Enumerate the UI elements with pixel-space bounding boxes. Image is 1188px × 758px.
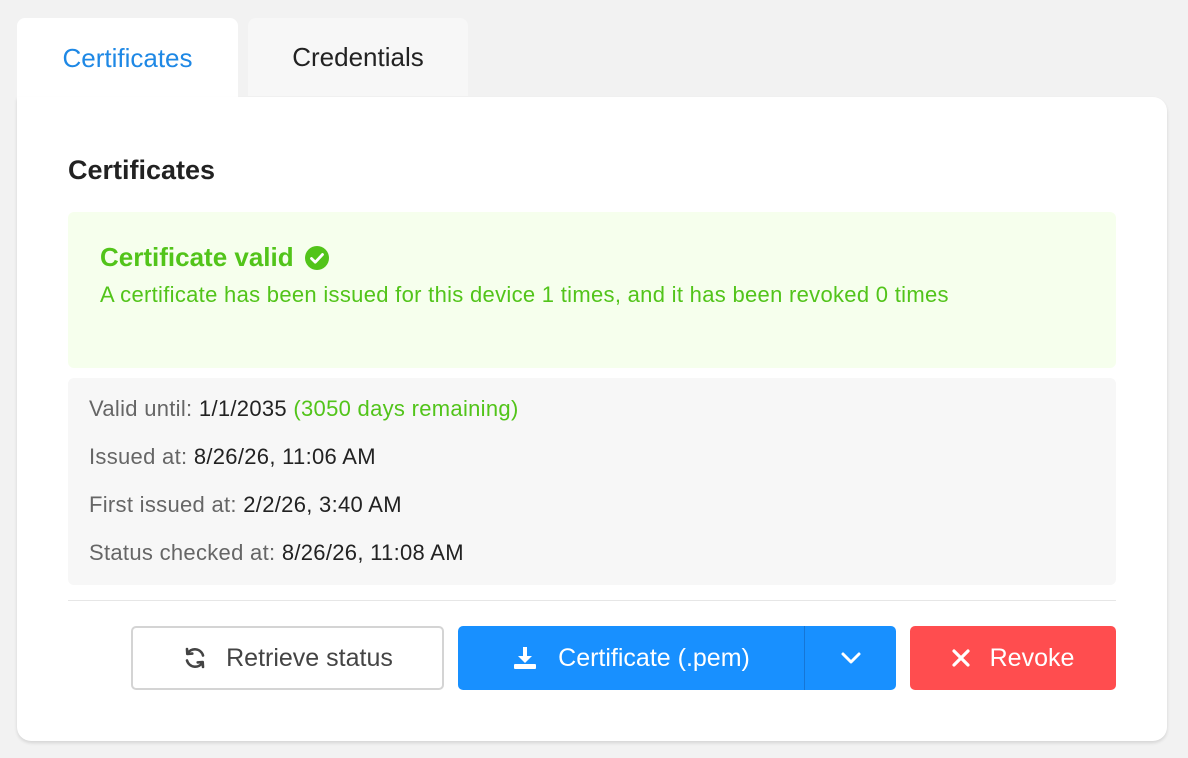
status-checked-row: Status checked at: 8/26/26, 11:08 AM [89, 539, 1095, 587]
certificates-panel: Certificates Certificate valid A certifi… [17, 97, 1167, 741]
first-issued-label: First issued at: [89, 492, 237, 517]
issued-at-label: Issued at: [89, 444, 188, 469]
first-issued-row: First issued at: 2/2/26, 3:40 AM [89, 491, 1095, 539]
retrieve-status-button[interactable]: Retrieve status [131, 626, 444, 690]
status-checked-value: 8/26/26, 11:08 AM [281, 540, 464, 565]
tab-certificates-label: Certificates [62, 42, 193, 73]
section-title: Certificates [68, 155, 216, 185]
certificate-format-dropdown[interactable] [805, 626, 896, 690]
divider [68, 600, 1116, 601]
sync-icon [182, 645, 208, 671]
days-remaining: (3050 days remaining) [293, 396, 519, 421]
issued-at-value: 8/26/26, 11:06 AM [193, 444, 376, 469]
tab-certificates[interactable]: Certificates [17, 18, 238, 98]
alert-description: A certificate has been issued for this d… [100, 282, 949, 307]
first-issued-value: 2/2/26, 3:40 AM [243, 492, 402, 517]
certificate-download-split-button: Certificate (.pem) [458, 626, 896, 690]
revoke-button[interactable]: Revoke [910, 626, 1116, 690]
chevron-down-icon [840, 651, 862, 665]
tab-credentials[interactable]: Credentials [248, 18, 468, 96]
alert-title-text: Certificate valid [100, 242, 294, 272]
close-icon [952, 649, 970, 667]
download-certificate-label: Certificate (.pem) [558, 643, 750, 672]
check-circle-icon [304, 245, 330, 271]
certificate-status-alert: Certificate valid A certificate has been… [68, 212, 1116, 368]
revoke-label: Revoke [989, 643, 1075, 672]
valid-until-value: 1/1/2035 [198, 396, 287, 421]
issued-at-row: Issued at: 8/26/26, 11:06 AM [89, 443, 1095, 491]
download-certificate-button[interactable]: Certificate (.pem) [458, 626, 804, 690]
certificate-details: Valid until: 1/1/2035 (3050 days remaini… [68, 378, 1116, 585]
retrieve-status-label: Retrieve status [226, 643, 393, 672]
valid-until-row: Valid until: 1/1/2035 (3050 days remaini… [89, 395, 1095, 443]
alert-title: Certificate valid [100, 242, 1084, 273]
valid-until-label: Valid until: [89, 396, 193, 421]
download-icon [512, 645, 538, 671]
tab-bar: Certificates Credentials [17, 18, 468, 98]
tab-credentials-label: Credentials [292, 41, 424, 72]
status-checked-label: Status checked at: [89, 540, 276, 565]
